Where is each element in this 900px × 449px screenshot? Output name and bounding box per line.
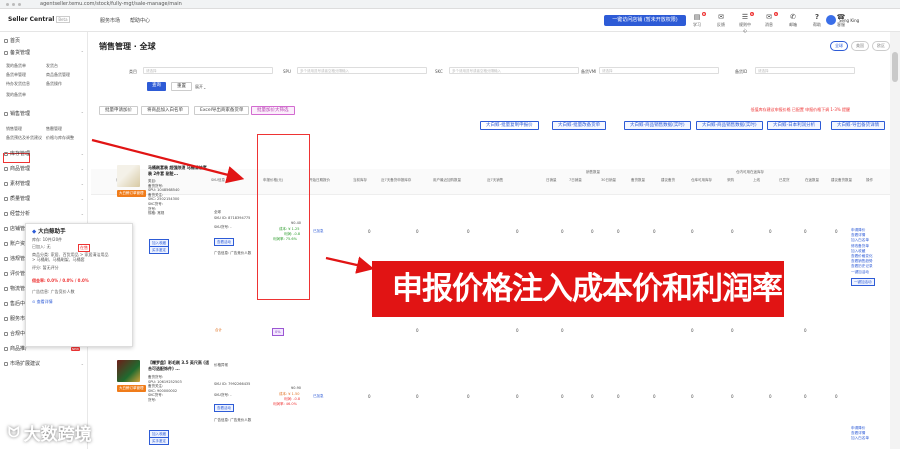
app-root: { "browser":{"url":"agentseller.temu.com… xyxy=(0,0,900,449)
watermark-logo-icon: ᗢ xyxy=(8,424,20,441)
arrow-to-price-column xyxy=(91,138,245,184)
caption-banner: 申报价格注入成本价和利润率等 xyxy=(372,261,784,363)
arrow-to-caption xyxy=(325,256,375,274)
watermark: ᗢ 大数跨境 xyxy=(8,424,92,446)
annotation-arrows xyxy=(91,138,375,274)
